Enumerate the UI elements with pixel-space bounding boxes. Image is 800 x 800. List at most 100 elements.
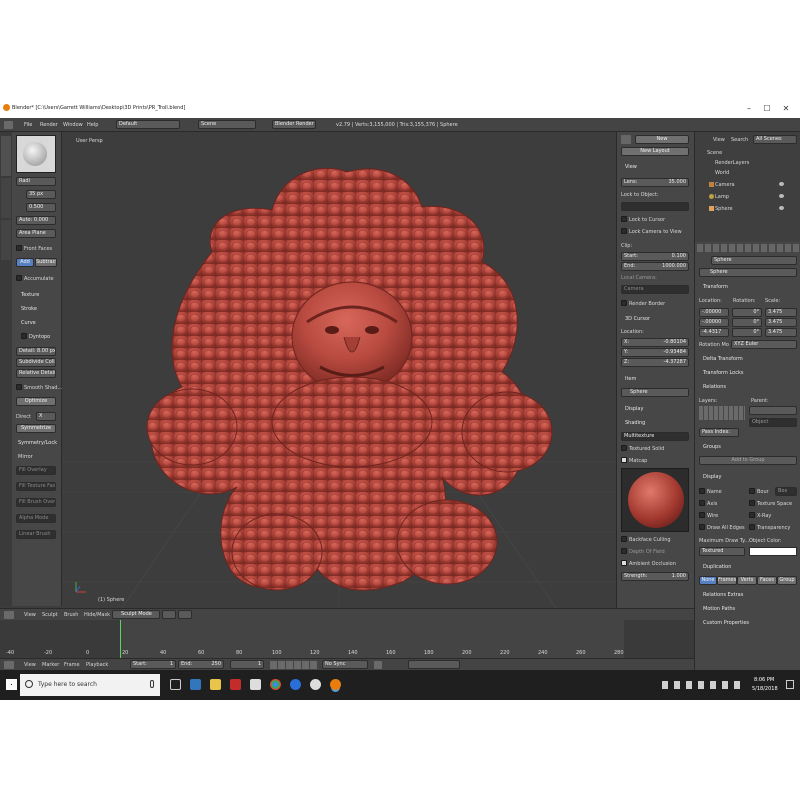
xray-checkbox[interactable] (749, 512, 755, 518)
chrome-icon[interactable] (270, 679, 281, 690)
parent-type-select[interactable]: Object (749, 418, 797, 427)
end-frame-field[interactable]: End: 250 (178, 660, 224, 669)
dup-verts-tab[interactable]: Verts (737, 576, 757, 585)
loc-x-field[interactable]: -.00000 (699, 308, 729, 317)
tab-tools[interactable] (1, 136, 11, 176)
timeline-menu-frame[interactable]: Frame (64, 662, 80, 668)
troll-model[interactable] (146, 167, 553, 591)
brush-radius-field[interactable]: Radi (16, 177, 56, 186)
close-button[interactable]: ✕ (779, 103, 793, 115)
scale-z-field[interactable]: 3.475 (765, 328, 797, 337)
add-button[interactable]: Add (16, 258, 34, 267)
visibility-eye-icon-2[interactable] (779, 194, 784, 198)
mail-icon[interactable] (250, 679, 261, 690)
misc-field-5[interactable]: Linear Brush (16, 530, 56, 539)
cursor-x-field[interactable]: X: -0.80104 (621, 338, 689, 347)
keying-record-icon[interactable] (374, 661, 382, 669)
misc-field-3[interactable]: Fill Brush Overlay (16, 498, 56, 507)
viewport-menu-brush[interactable]: Brush (64, 612, 78, 618)
object-datablock-field[interactable]: Sphere (699, 268, 797, 277)
viewport-menu-view[interactable]: View (24, 612, 36, 618)
sync-select[interactable]: No Sync (322, 660, 368, 669)
start-frame-field[interactable]: Start: 1 (130, 660, 176, 669)
outliner-item-lamp[interactable]: Lamp (715, 194, 729, 200)
timeline-menu-marker[interactable]: Marker (42, 662, 59, 668)
lens-field[interactable]: Lens: 35.000 (621, 178, 689, 187)
transparency-checkbox[interactable] (749, 524, 755, 530)
symmetrize-axis-select[interactable]: X (36, 412, 56, 421)
panel-delta-transform[interactable]: Delta Transform (703, 356, 743, 362)
menu-render[interactable]: Render (40, 122, 58, 128)
detail-size-field[interactable]: Detail: 8.00 px (16, 347, 56, 356)
panel-relations[interactable]: Relations (703, 384, 726, 390)
bounds-checkbox[interactable] (749, 488, 755, 494)
layer-grid[interactable] (699, 406, 745, 420)
misc-field-2[interactable]: Fill Texture Fade (16, 482, 56, 491)
edge-icon[interactable] (190, 679, 201, 690)
layout-select[interactable]: Default (116, 120, 180, 129)
subtract-button[interactable]: Subtract (35, 258, 57, 267)
display-name-checkbox[interactable] (699, 488, 705, 494)
timeline-menu-view[interactable]: View (24, 662, 36, 668)
smooth-shading-checkbox[interactable] (16, 384, 22, 390)
render-engine-select[interactable]: Blender Render (272, 120, 316, 129)
file-explorer-icon[interactable] (210, 679, 221, 690)
subdivide-collapse-select[interactable]: Subdivide Coll... (16, 358, 56, 367)
visibility-eye-icon-3[interactable] (779, 206, 784, 210)
editor-type-icon[interactable] (4, 121, 13, 129)
panel-display[interactable]: Display (625, 406, 643, 412)
ambient-occlusion-checkbox[interactable] (621, 560, 627, 566)
autosmooth-field[interactable]: Auto: 0.000 (16, 216, 56, 225)
rot-y-field[interactable]: 0° (732, 318, 762, 327)
3d-viewport[interactable]: User Persp (1) Sphere (62, 132, 616, 608)
panel-duplication[interactable]: Duplication (703, 564, 731, 570)
render-border-checkbox[interactable] (621, 300, 627, 306)
outliner-view-menu[interactable]: View (713, 137, 725, 143)
app-icon[interactable] (290, 679, 301, 690)
app-icon-2[interactable] (310, 679, 321, 690)
bounds-type-select[interactable]: Box (775, 487, 797, 496)
outliner-item-sphere[interactable]: Sphere (715, 206, 733, 212)
max-draw-type-select[interactable]: Textured (699, 547, 745, 556)
mode-select[interactable]: Sculpt Mode (112, 610, 160, 619)
rot-z-field[interactable]: 0° (732, 328, 762, 337)
cursor-y-field[interactable]: Y: -0.93484 (621, 348, 689, 357)
dup-frames-tab[interactable]: Frames (717, 576, 737, 585)
clock-date[interactable]: 5/18/2018 (752, 686, 778, 692)
clip-end-field[interactable]: End: 1000.000 (621, 262, 689, 271)
rot-x-field[interactable]: 0° (732, 308, 762, 317)
strength-value[interactable]: 0.500 (26, 203, 56, 212)
minimize-button[interactable]: – (742, 103, 756, 115)
panel-item[interactable]: Item (625, 376, 636, 382)
viewport-menu-hide-mask[interactable]: Hide/Mask (84, 612, 110, 618)
menu-file[interactable]: File (24, 122, 32, 128)
timeline-menu-playback[interactable]: Playback (86, 662, 108, 668)
texture-space-checkbox[interactable] (749, 500, 755, 506)
radius-value[interactable]: 35 px (26, 190, 56, 199)
object-color-swatch[interactable] (749, 547, 797, 556)
dup-faces-tab[interactable]: Faces (757, 576, 777, 585)
properties-context-tabs[interactable] (697, 244, 799, 252)
draw-all-edges-checkbox[interactable] (699, 524, 705, 530)
system-tray-icons[interactable] (662, 681, 744, 689)
pivot-select[interactable] (178, 610, 192, 619)
viewport-editor-type-icon[interactable] (4, 611, 14, 619)
rotation-mode-select[interactable]: XYZ Euler (731, 340, 797, 349)
scale-x-field[interactable]: 3.475 (765, 308, 797, 317)
ao-strength-field[interactable]: Strength: 1.000 (621, 572, 689, 581)
panel-texture[interactable]: Texture (21, 292, 39, 298)
maximize-button[interactable]: ☐ (760, 103, 774, 115)
panel-custom-properties[interactable]: Custom Properties (703, 620, 749, 626)
store-icon[interactable] (230, 679, 241, 690)
loc-z-field[interactable]: -4.4317 (699, 328, 729, 337)
outliner-search-menu[interactable]: Search (731, 137, 748, 143)
display-wire-checkbox[interactable] (699, 512, 705, 518)
panel-view[interactable]: View (625, 164, 637, 170)
outliner-item-scene[interactable]: Scene (707, 150, 722, 156)
outliner-item-camera[interactable]: Camera (715, 182, 735, 188)
camera-field[interactable]: Camera (621, 285, 689, 294)
viewport-menu-sculpt[interactable]: Sculpt (42, 612, 58, 618)
panel-3d-cursor[interactable]: 3D Cursor (625, 316, 650, 322)
panel-dyntopo[interactable]: Dyntopo (29, 334, 50, 340)
accumulate-checkbox[interactable] (16, 275, 22, 281)
